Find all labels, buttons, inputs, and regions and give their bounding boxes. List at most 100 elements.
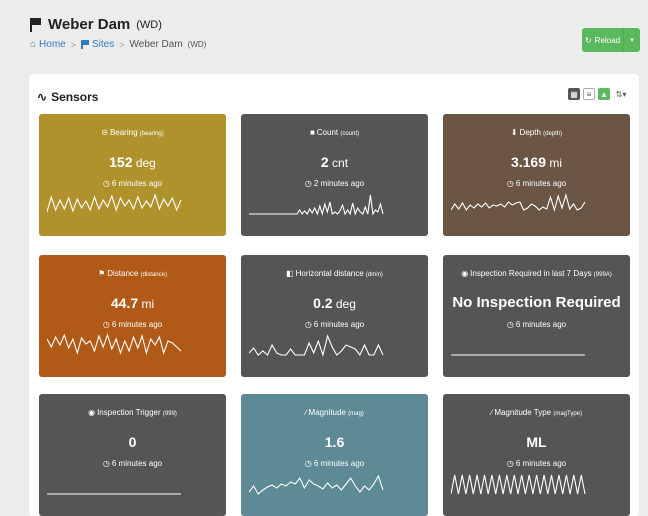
sparkline (249, 474, 384, 495)
sensor-time: 6 minutes ago (313, 459, 365, 468)
flag-icon (81, 40, 89, 49)
circle-dot-icon: ◉ (461, 269, 469, 278)
sensor-name: Depth (519, 128, 544, 137)
breadcrumb-current: Weber Dam (129, 39, 183, 50)
sensor-time: 6 minutes ago (515, 320, 567, 329)
clock-icon: ◷ (102, 320, 110, 329)
sensor-value-number: No Inspection Required (452, 294, 621, 311)
breadcrumb-sites[interactable]: Sites (81, 39, 114, 50)
reload-label: Reload (594, 35, 621, 45)
sensor-time: 6 minutes ago (313, 320, 365, 329)
clock-icon: ◷ (304, 320, 312, 329)
sensor-label: ■ Count (count) (241, 128, 428, 137)
breadcrumb-separator: > (119, 39, 125, 50)
compass-icon: ⊝ (101, 128, 108, 137)
square-icon: ■ (309, 128, 315, 137)
slash-icon: ∕ (305, 408, 307, 417)
clock-icon: ◷ (102, 179, 110, 188)
sensor-timestamp: ◷ 6 minutes ago (241, 320, 428, 329)
sensor-time: 6 minutes ago (111, 320, 163, 329)
sensor-value: 3.169 mi (443, 154, 630, 170)
sensor-label: ◧ Horizontal distance (dmin) (241, 269, 428, 278)
sensor-time: 2 minutes ago (313, 179, 365, 188)
sensor-timestamp: ◷ 6 minutes ago (241, 459, 428, 468)
sensor-card[interactable]: ◉ Inspection Required in last 7 Days (999… (443, 255, 630, 377)
panel-title: ∿ Sensors (37, 90, 98, 104)
sensor-code: (mag) (348, 411, 364, 417)
list-view-button[interactable]: ≡ (583, 88, 595, 100)
clock-icon: ◷ (102, 459, 110, 468)
reload-dropdown-toggle[interactable]: ▾ (624, 36, 640, 44)
sparkline (249, 194, 384, 217)
sensor-timestamp: ◷ 6 minutes ago (443, 179, 630, 188)
clock-icon: ◷ (506, 320, 514, 329)
sparkline (451, 192, 586, 213)
sensor-name: Distance (107, 269, 141, 278)
sensor-code: (999A) (593, 272, 612, 278)
sensor-card[interactable]: ■ Count (count) 2 cnt ◷ 2 minutes ago (241, 114, 428, 236)
sensor-timestamp: ◷ 2 minutes ago (241, 179, 428, 188)
sensor-value: 44.7 mi (39, 295, 226, 311)
sparkline (47, 333, 182, 356)
sensor-card[interactable]: ∕ Magnitude (mag) 1.6 ◷ 6 minutes ago (241, 394, 428, 516)
sensor-time: 6 minutes ago (111, 459, 163, 468)
down-arrow-icon: ⬇ (510, 128, 518, 137)
sensor-timestamp: ◷ 6 minutes ago (39, 459, 226, 468)
sensor-code: (magType) (553, 411, 583, 417)
site-name: Weber Dam (48, 16, 131, 33)
site-code: (WD) (136, 18, 162, 31)
slash-icon: ∕ (490, 408, 493, 417)
sensor-value-number: 3.169 (510, 154, 547, 170)
breadcrumb-home[interactable]: ⌂ Home (30, 39, 66, 50)
sparkline (249, 334, 384, 357)
sensor-card[interactable]: ∕ Magnitude Type (magType) ML ◷ 6 minutes ag… (443, 394, 630, 516)
sensor-label: ⊝ Bearing (bearing) (39, 128, 226, 137)
half-square-icon: ◧ (286, 269, 294, 278)
breadcrumb-sites-label: Sites (92, 39, 115, 50)
sensor-label: ∕ Magnitude (mag) (241, 408, 428, 417)
sort-dropdown[interactable]: ⇅▾ (613, 88, 629, 100)
sensor-value-number: 2 (320, 154, 329, 170)
sensor-value-number: 44.7 (110, 295, 139, 311)
sensor-timestamp: ◷ 6 minutes ago (443, 459, 630, 468)
sparkline-path (451, 474, 586, 495)
breadcrumb-home-label: Home (39, 39, 66, 50)
sensor-code: (dmin) (365, 272, 383, 278)
sensor-unit: deg (332, 297, 356, 311)
grid-view-button[interactable]: ▦ (568, 88, 580, 100)
lock-button[interactable]: ▲ (598, 88, 610, 100)
sensor-label: ∕ Magnitude Type (magType) (443, 408, 630, 417)
sensor-label: ◉ Inspection Required in last 7 Days (999… (443, 269, 630, 278)
sensor-code: (distance) (140, 272, 167, 278)
sensor-card[interactable]: ◧ Horizontal distance (dmin) 0.2 deg ◷ 6 min… (241, 255, 428, 377)
sensor-value: 0.2 deg (241, 295, 428, 311)
clock-icon: ◷ (304, 459, 312, 468)
clock-icon: ◷ (304, 179, 312, 188)
sensor-name: Horizontal distance (295, 269, 366, 278)
sparkline-path (47, 193, 182, 213)
sensor-time: 6 minutes ago (515, 459, 567, 468)
sensors-panel: ∿ Sensors ▦ ≡ ▲ ⇅▾ ⊝ Bearing (bearing) 152… (29, 74, 639, 516)
sparkline-path (249, 474, 384, 495)
sensor-name: Magnitude Type (494, 408, 554, 417)
sensor-card[interactable]: ◉ Inspection Trigger (999) 0 ◷ 6 minutes ago (39, 394, 226, 516)
pulse-icon: ∿ (37, 90, 48, 104)
page-header: Weber Dam (WD) ⌂ Home > Sites > Weber Da… (30, 16, 206, 50)
reload-button[interactable]: ↻ Reload ▾ (582, 28, 640, 52)
sensor-value-number: 1.6 (324, 434, 345, 450)
sensor-label: ⚑ Distance (distance) (39, 269, 226, 278)
sparkline-path (249, 194, 384, 217)
sensor-value: 152 deg (39, 154, 226, 170)
sparkline (47, 493, 181, 495)
sparkline-path (47, 333, 182, 356)
sensor-value-number: 152 (109, 154, 133, 170)
sensor-card[interactable]: ⚑ Distance (distance) 44.7 mi ◷ 6 minutes ag… (39, 255, 226, 377)
sensor-card[interactable]: ⊝ Bearing (bearing) 152 deg ◷ 6 minutes ago (39, 114, 226, 236)
sensor-value-number: ML (526, 434, 547, 450)
sensor-card[interactable]: ⬇ Depth (depth) 3.169 mi ◷ 6 minutes ago (443, 114, 630, 236)
sensor-value-number: 0.2 (313, 295, 333, 311)
sparkline-path (451, 192, 586, 213)
sensor-time: 6 minutes ago (111, 179, 163, 188)
breadcrumb-current-code: (WD) (187, 40, 207, 49)
sensor-value: ML (443, 434, 630, 450)
